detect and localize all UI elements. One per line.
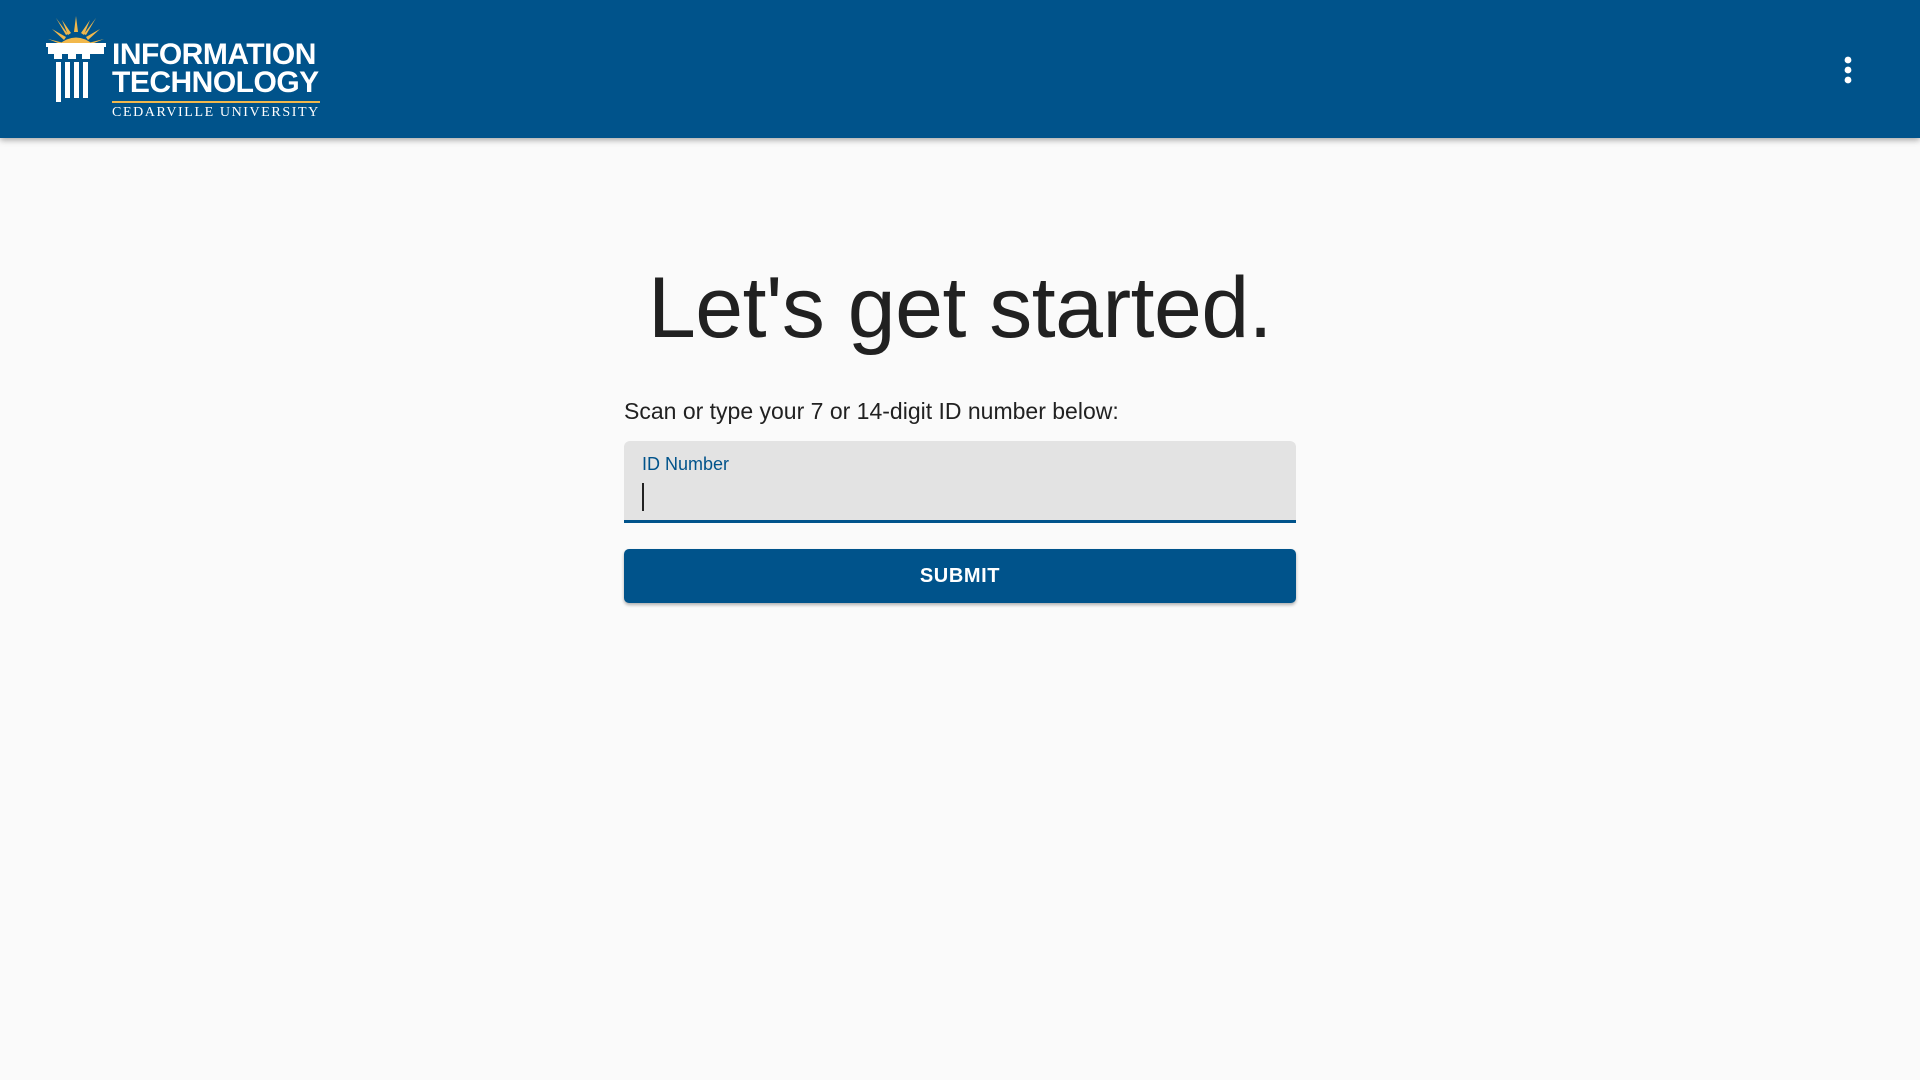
id-instruction-text: Scan or type your 7 or 14-digit ID numbe…: [624, 398, 1119, 424]
page-headline: Let's get started.: [647, 260, 1273, 356]
logo-text-university: CEDARVILLE UNIVERSITY: [112, 105, 320, 120]
logo-divider: [112, 101, 320, 103]
submit-button[interactable]: SUBMIT: [624, 549, 1296, 603]
university-pillars-logo-icon: [46, 16, 106, 102]
main-content: Let's get started. Scan or type your 7 o…: [0, 138, 1920, 1080]
more-vert-icon: [1844, 56, 1852, 84]
id-number-input[interactable]: [642, 479, 1278, 513]
more-options-button[interactable]: [1824, 46, 1872, 94]
app-header: INFORMATION TECHNOLOGY CEDARVILLE UNIVER…: [0, 0, 1920, 138]
id-number-label: ID Number: [642, 454, 730, 474]
it-logo: INFORMATION TECHNOLOGY CEDARVILLE UNIVER…: [46, 12, 346, 122]
logo-text-technology: TECHNOLOGY: [112, 66, 319, 99]
id-number-field[interactable]: ID Number: [624, 441, 1296, 523]
